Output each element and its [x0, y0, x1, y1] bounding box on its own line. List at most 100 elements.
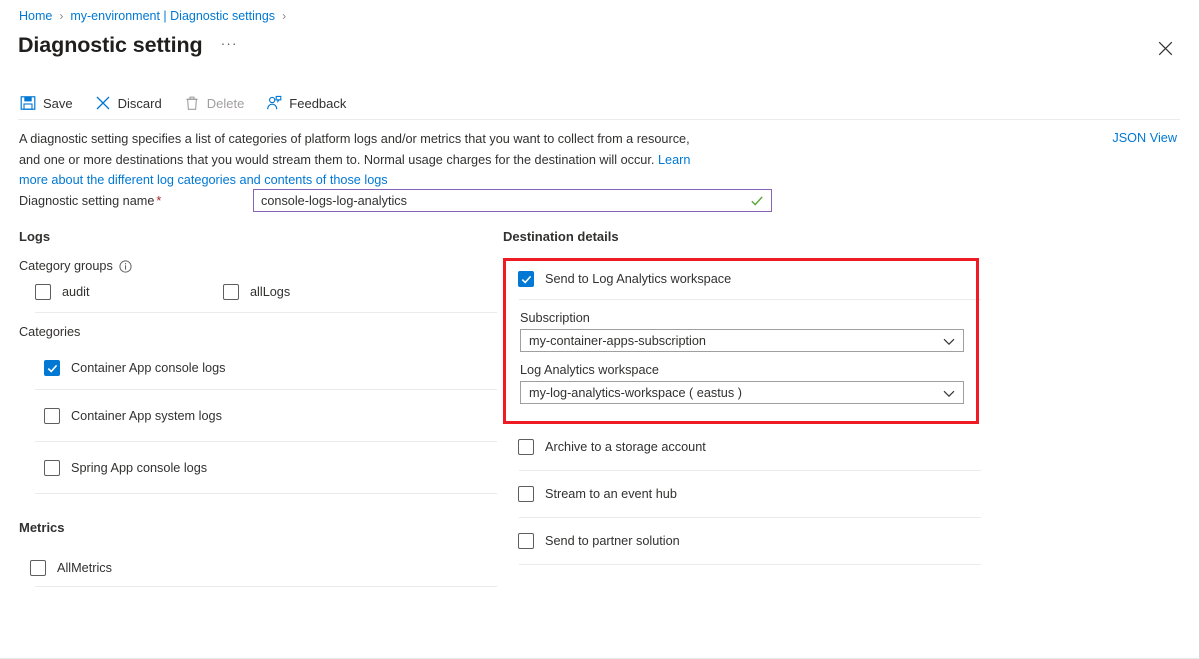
destination-details-title: Destination details: [503, 229, 619, 244]
metrics-block: Metrics AllMetrics: [19, 519, 497, 587]
breadcrumb: Home › my-environment | Diagnostic setti…: [19, 8, 293, 25]
workspace-field-block: Log Analytics workspace my-log-analytics…: [503, 363, 981, 404]
feedback-button[interactable]: Feedback: [264, 92, 356, 114]
checkbox-spring-app-console-logs[interactable]: Spring App console logs: [44, 457, 207, 479]
spring-app-console-logs-checkbox-box: [44, 459, 60, 476]
chevron-down-icon: [943, 336, 955, 346]
discard-button[interactable]: Discard: [93, 92, 172, 114]
description-line-1: A diagnostic setting specifies a list of…: [19, 132, 690, 146]
subscription-dropdown[interactable]: my-container-apps-subscription: [520, 329, 964, 352]
divider: [35, 586, 497, 587]
audit-checkbox-box: [35, 284, 51, 300]
description-text: A diagnostic setting specifies a list of…: [19, 129, 699, 191]
metrics-section-title: Metrics: [19, 520, 65, 535]
logs-section-title: Logs: [19, 229, 51, 244]
audit-label: audit: [62, 285, 90, 299]
json-view-link[interactable]: JSON View: [1112, 131, 1177, 145]
subscription-value: my-container-apps-subscription: [529, 333, 706, 348]
category-groups-row: audit allLogs: [19, 281, 497, 303]
checkbox-allmetrics[interactable]: AllMetrics: [30, 557, 112, 579]
list-item: Spring App console logs: [19, 442, 497, 493]
diagnostic-setting-name-label: Diagnostic setting name *: [19, 194, 161, 208]
diagnostic-setting-blade: Home › my-environment | Diagnostic setti…: [0, 0, 1200, 659]
trash-icon: [184, 95, 200, 111]
command-bar-divider: [18, 119, 1180, 120]
valid-check-icon: [750, 194, 764, 208]
log-analytics-workspace-dropdown[interactable]: my-log-analytics-workspace ( eastus ): [520, 381, 964, 404]
checkbox-container-app-system-logs[interactable]: Container App system logs: [44, 405, 222, 427]
send-to-log-analytics-label: Send to Log Analytics workspace: [545, 272, 732, 286]
archive-storage-label: Archive to a storage account: [545, 440, 706, 454]
stream-event-hub-label: Stream to an event hub: [545, 487, 677, 501]
diagnostic-setting-name-input[interactable]: [254, 190, 771, 211]
categories-block: Categories Container App console logs Co…: [19, 325, 497, 494]
checkbox-archive-to-storage-account[interactable]: Archive to a storage account: [518, 436, 706, 458]
more-actions-button[interactable]: ···: [221, 35, 238, 51]
page-title: Diagnostic setting: [18, 33, 203, 57]
send-partner-solution-row: Send to partner solution: [503, 518, 981, 564]
command-bar: Save Discard Delete Feedback: [18, 92, 366, 114]
allmetrics-label: AllMetrics: [57, 561, 112, 575]
container-app-console-logs-checkbox-box: [44, 360, 60, 376]
alllogs-checkbox-box: [223, 284, 239, 300]
feedback-person-icon: [266, 95, 282, 111]
spring-app-console-logs-label: Spring App console logs: [71, 460, 208, 475]
diagnostic-setting-name-input-wrapper: [253, 189, 772, 212]
breadcrumb-separator-icon-2: ›: [282, 9, 287, 23]
list-item: Container App console logs: [19, 347, 497, 389]
save-icon: [20, 95, 36, 111]
log-analytics-option-row: Send to Log Analytics workspace: [503, 259, 981, 299]
delete-label: Delete: [206, 95, 245, 111]
send-partner-solution-label: Send to partner solution: [545, 534, 680, 548]
list-item: Container App system logs: [19, 390, 497, 441]
save-button[interactable]: Save: [18, 92, 83, 114]
checkbox-audit[interactable]: audit: [35, 281, 223, 303]
discard-icon: [95, 95, 111, 111]
breadcrumb-separator-icon: ›: [59, 9, 64, 23]
checkbox-send-to-log-analytics[interactable]: Send to Log Analytics workspace: [518, 268, 731, 290]
logs-column: Logs Category groups audit allLogs Categ…: [19, 228, 497, 587]
send-to-log-analytics-checkbox-box: [518, 271, 534, 287]
container-app-console-logs-label: Container App console logs: [71, 361, 226, 375]
breadcrumb-item-environment[interactable]: my-environment | Diagnostic settings: [70, 8, 275, 25]
archive-storage-checkbox-box: [518, 439, 534, 455]
categories-label-text: Categories: [19, 325, 81, 339]
archive-storage-row: Archive to a storage account: [503, 424, 981, 470]
categories-label: Categories: [19, 325, 497, 339]
stream-event-hub-row: Stream to an event hub: [503, 471, 981, 517]
required-marker: *: [156, 194, 162, 208]
category-groups-label-text: Category groups: [19, 259, 113, 273]
send-partner-solution-checkbox-box: [518, 533, 534, 549]
close-icon[interactable]: [1153, 36, 1177, 60]
info-icon[interactable]: [119, 259, 132, 273]
container-app-system-logs-checkbox-box: [44, 407, 60, 424]
save-label: Save: [43, 95, 73, 111]
breadcrumb-item-home[interactable]: Home: [19, 8, 52, 25]
checkbox-alllogs[interactable]: allLogs: [223, 281, 411, 303]
subscription-field-block: Subscription my-container-apps-subscript…: [503, 311, 981, 352]
stream-event-hub-checkbox-box: [518, 486, 534, 502]
divider: [519, 564, 981, 565]
title-row: Diagnostic setting ···: [18, 31, 238, 59]
delete-button: Delete: [182, 92, 255, 114]
chevron-down-icon: [943, 388, 955, 398]
checkbox-send-to-partner-solution[interactable]: Send to partner solution: [518, 530, 680, 552]
checkbox-container-app-console-logs[interactable]: Container App console logs: [44, 357, 225, 379]
feedback-label: Feedback: [289, 95, 347, 111]
allmetrics-checkbox-box: [30, 560, 46, 576]
name-label-text: Diagnostic setting name: [19, 194, 155, 208]
category-groups-label: Category groups: [19, 259, 497, 273]
log-analytics-workspace-value: my-log-analytics-workspace ( eastus ): [529, 385, 742, 400]
alllogs-label: allLogs: [250, 285, 291, 299]
destination-details-column: Destination details Send to Log Analytic…: [503, 228, 981, 565]
divider: [519, 299, 981, 300]
list-item: AllMetrics: [19, 550, 497, 586]
container-app-system-logs-label: Container App system logs: [71, 408, 222, 423]
discard-label: Discard: [117, 95, 162, 111]
checkbox-stream-to-event-hub[interactable]: Stream to an event hub: [518, 483, 677, 505]
divider: [35, 493, 497, 494]
subscription-label: Subscription: [520, 311, 590, 325]
divider: [35, 312, 497, 313]
description-line-2: and one or more destinations that you wo…: [19, 152, 658, 167]
log-analytics-workspace-label: Log Analytics workspace: [520, 363, 659, 377]
